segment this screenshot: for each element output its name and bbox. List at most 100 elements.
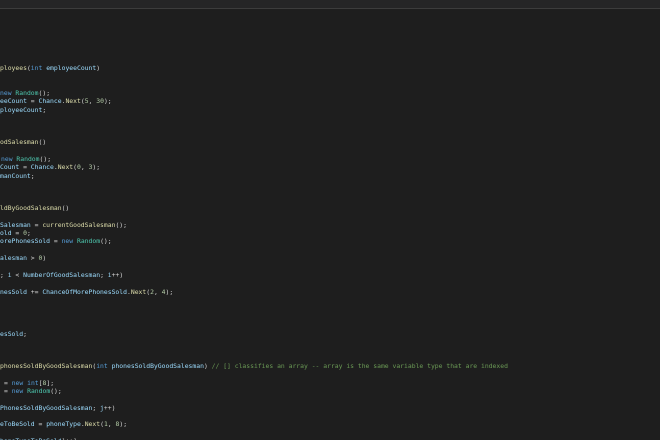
code-token: Chance	[38, 97, 62, 105]
code-token: );	[92, 163, 101, 171]
code-token: int	[96, 362, 108, 370]
code-token: Random	[76, 237, 101, 245]
code-token: phonesSoldByGoodSalesman	[0, 362, 93, 370]
code-token: ();	[38, 89, 51, 97]
code-token: );	[103, 97, 112, 105]
code-token: ,	[80, 163, 89, 171]
code-line: ldByGoodSalesman()	[0, 204, 69, 212]
code-token: employeeCount	[46, 64, 97, 72]
code-token: ()	[61, 204, 70, 212]
code-token: ployeeCount	[0, 106, 43, 114]
code-token: ;	[26, 229, 31, 237]
code-token: Chance	[30, 163, 54, 171]
code-token: ();	[39, 155, 52, 163]
code-token: =	[30, 221, 43, 229]
code-line: = new Random();	[4, 387, 62, 395]
code-token: new	[11, 387, 24, 395]
code-line: = new int[8];	[4, 379, 54, 387]
code-token: new	[1, 155, 13, 163]
code-token: ldByGoodSalesman	[0, 204, 62, 212]
code-line: odSalesman()	[0, 138, 46, 146]
code-token: )	[42, 254, 47, 262]
code-token: <	[11, 271, 24, 279]
code-token: eToBeSold	[0, 420, 35, 428]
code-token: ()	[38, 138, 47, 146]
code-line: alesman > 0)	[0, 254, 46, 262]
code-token: manCount	[0, 172, 31, 180]
code-token: ployees	[0, 64, 27, 72]
code-token: Next	[57, 163, 74, 171]
code-token: Next	[84, 420, 101, 428]
code-token: ;	[30, 172, 35, 180]
code-token: );	[119, 420, 128, 428]
code-token: ,	[153, 288, 162, 296]
code-token: esSold	[0, 330, 24, 338]
code-token: odSalesman	[0, 138, 39, 146]
code-token: ;	[0, 271, 8, 279]
code-token: ;	[92, 404, 101, 412]
code-token: ++)	[111, 271, 124, 279]
code-token: =	[19, 163, 31, 171]
code-editor-window: ployees(int employeeCount) new Random(); e…	[0, 0, 660, 440]
code-line: ; i < NumberOfGoodSalesman; i++)	[0, 271, 123, 279]
title-bar	[0, 0, 660, 9]
code-line: ployeeCount;	[0, 106, 46, 114]
code-token: int	[30, 64, 43, 72]
code-token: >	[26, 254, 39, 262]
code-token: =	[4, 387, 12, 395]
code-token: nesSold	[0, 288, 27, 296]
code-token: ;	[42, 106, 47, 114]
code-token: ();	[100, 237, 112, 245]
code-token: Random	[15, 89, 39, 97]
code-token: PhonesSoldByGoodSalesman	[0, 404, 93, 412]
code-token: int	[27, 379, 39, 387]
code-token: Next	[65, 97, 81, 105]
code-token: phoneType	[46, 420, 81, 428]
code-token: ];	[46, 379, 55, 387]
code-token: new	[0, 89, 12, 97]
code-token: +=	[26, 288, 43, 296]
code-line: eeCount = Chance.Next(5, 30);	[0, 97, 112, 105]
code-token: =	[26, 97, 39, 105]
code-line: eToBeSold = phoneType.Next(1, 8);	[0, 420, 127, 428]
code-line: old = 0;	[0, 229, 31, 237]
code-token: )	[96, 64, 101, 72]
code-token: Count	[0, 163, 20, 171]
code-token: Random	[16, 155, 40, 163]
code-token: ();	[50, 387, 62, 395]
code-token: =	[50, 237, 62, 245]
code-token: eeCount	[0, 97, 27, 105]
code-line: nesSold += ChanceOfMorePhonesSold.Next(2…	[0, 288, 173, 296]
code-token: ;	[23, 330, 27, 338]
code-token: NumberOfGoodSalesman	[23, 271, 101, 279]
code-line: new Random();	[1, 155, 51, 163]
code-token: ,	[107, 420, 116, 428]
code-line: esSold;	[0, 330, 27, 338]
code-token: Random	[27, 387, 51, 395]
code-line: PhonesSoldByGoodSalesman; j++)	[0, 404, 115, 412]
code-line: manCount;	[0, 172, 35, 180]
code-token: );	[165, 288, 174, 296]
code-token: =	[34, 420, 47, 428]
code-token: )	[203, 362, 212, 370]
code-token: ++)	[103, 404, 116, 412]
code-token: =	[4, 379, 12, 387]
code-token: new	[61, 237, 74, 245]
code-token: // [] classifies an array -- array is th…	[211, 362, 508, 370]
code-token: alesman	[0, 254, 27, 262]
code-token: 30	[96, 97, 104, 105]
code-line: orePhonesSold = new Random();	[0, 237, 112, 245]
code-token: old	[0, 229, 12, 237]
code-token: new	[11, 379, 24, 387]
code-line: new Random();	[0, 89, 50, 97]
code-token: ;	[100, 271, 108, 279]
code-line: Salesman = currentGoodSalesman();	[0, 221, 127, 229]
code-token: ();	[115, 221, 127, 229]
editor-area[interactable]: ployees(int employeeCount) new Random(); e…	[0, 9, 660, 440]
code-token: Salesman	[0, 221, 31, 229]
code-token: Next	[130, 288, 147, 296]
code-token: phonesSoldByGoodSalesman	[111, 362, 204, 370]
code-token: ChanceOfMorePhonesSold	[42, 288, 127, 296]
code-line: Count = Chance.Next(0, 3);	[0, 163, 100, 171]
code-line: phonesSoldByGoodSalesman(int phonesSoldB…	[0, 362, 508, 370]
